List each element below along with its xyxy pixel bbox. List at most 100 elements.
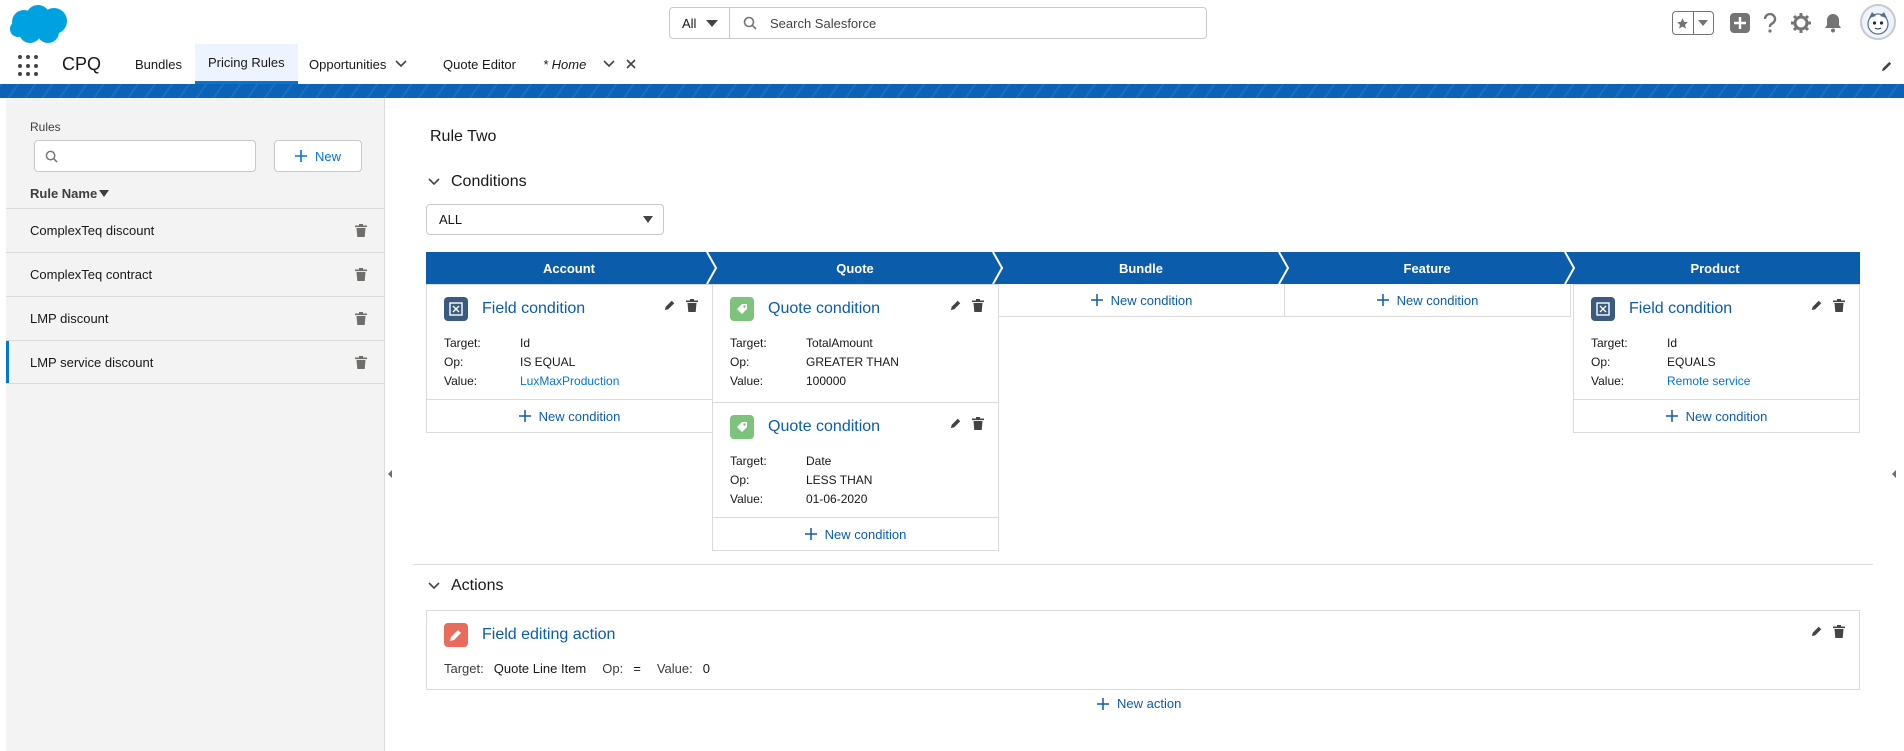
tab-label: Bundles [135,56,182,72]
new-condition-button-bundle[interactable]: New condition [998,284,1285,317]
help-button[interactable] [1759,12,1781,34]
salesforce-cloud-logo[interactable] [8,4,70,46]
new-rule-button[interactable]: New [274,140,362,172]
quote-condition-icon [730,415,754,439]
delete-trash-icon[interactable] [1833,625,1845,638]
delete-trash-icon[interactable] [972,299,984,312]
new-condition-button[interactable]: New condition [1574,399,1859,432]
new-rule-label: New [314,148,341,164]
search-icon [45,150,58,163]
collapse-right-panel-icon[interactable] [1892,470,1896,478]
tab-opportunities[interactable]: Opportunities [309,44,408,84]
delete-trash-icon[interactable] [355,355,367,369]
condition-title-link[interactable]: Field condition [482,300,585,318]
edit-pencil-icon[interactable] [950,299,962,311]
conditions-section-toggle[interactable]: Conditions [427,173,527,191]
add-icon [1376,294,1389,306]
actions-section-toggle[interactable]: Actions [427,577,503,595]
stage-quote[interactable]: Quote [712,252,998,284]
delete-trash-icon[interactable] [972,417,984,430]
condition-card-product: Field condition Target: Id Op: EQUALS Valu… [1573,284,1860,433]
new-condition-button[interactable]: New condition [713,517,998,550]
global-actions-button[interactable] [1729,12,1751,34]
stage-feature[interactable]: Feature [1284,252,1570,284]
rules-search-input[interactable] [64,148,255,164]
delete-trash-icon[interactable] [1833,299,1845,312]
op-value: LESS THAN [806,473,873,487]
app-launcher-icon[interactable] [18,55,40,77]
favorites-list-button[interactable] [1692,12,1713,34]
rule-row[interactable]: ComplexTeq contract [6,252,385,296]
chevron-down-icon [428,178,440,186]
target-value: Id [1667,336,1678,350]
rule-row-selected[interactable]: LMP service discount [6,340,385,384]
rule-name: ComplexTeq discount [30,223,155,238]
rule-name-column-header[interactable]: Rule Name [30,186,110,201]
new-action-button[interactable]: New action [1097,696,1181,711]
action-title-link[interactable]: Field editing action [482,626,615,644]
op-label: Op: [1591,355,1611,369]
user-avatar[interactable] [1860,4,1896,40]
condition-card-quote-1: Quote condition Target: TotalAmount Op: GR… [712,284,999,402]
search-input[interactable] [770,15,1206,31]
sort-desc-icon [99,190,110,197]
stage-bundle[interactable]: Bundle [998,252,1284,284]
tab-bundles[interactable]: Bundles [135,44,182,84]
delete-trash-icon[interactable] [355,224,367,237]
op-value: GREATER THAN [806,355,899,369]
rule-row[interactable]: LMP discount [6,296,385,340]
value-label: Value: [730,374,764,388]
value-link[interactable]: Remote service [1667,374,1750,388]
collapse-left-panel-icon[interactable] [388,470,392,478]
favorite-star-button[interactable] [1673,12,1693,34]
tab-pricing-rules[interactable]: Pricing Rules [195,44,298,84]
tab-quote-editor[interactable]: Quote Editor [443,44,516,84]
star-icon [1677,17,1689,29]
app-name: CPQ [62,54,102,74]
delete-trash-icon[interactable] [355,312,367,325]
close-icon[interactable] [624,57,638,71]
op-value: IS EQUAL [520,355,576,369]
delete-trash-icon[interactable] [355,268,367,281]
chevron-down-icon[interactable] [602,57,616,71]
tab-home[interactable]: * Home [543,44,638,84]
stage-separator [1278,252,1290,284]
condition-card-account: Field condition Target: Id Op: IS EQUAL Va… [426,284,713,433]
condition-title-link[interactable]: Quote condition [768,300,880,318]
edit-pencil-icon[interactable] [1811,625,1823,637]
new-condition-button[interactable]: New condition [427,399,712,432]
new-condition-label: New condition [1396,292,1479,308]
condition-card-quote-2: Quote condition Target: Date Op: LESS THAN… [712,402,999,551]
condition-title-link[interactable]: Field condition [1629,300,1732,318]
new-condition-label: New condition [1110,292,1193,308]
add-icon [1730,13,1750,33]
action-op-value: = [633,661,641,676]
rule-row[interactable]: ComplexTeq discount [6,208,385,252]
setup-gear-icon [1791,13,1811,33]
stage-product[interactable]: Product [1570,252,1860,284]
edit-nav-pencil-icon[interactable] [1880,60,1893,73]
chevron-down-icon[interactable] [394,57,408,71]
condition-logic-value: ALL [439,212,463,227]
edit-pencil-icon[interactable] [1811,299,1823,311]
condition-title-link[interactable]: Quote condition [768,418,880,436]
stage-account[interactable]: Account [426,252,712,284]
tab-label: Opportunities [309,56,387,72]
value-label: Value: [444,374,478,388]
app-navigation-bar: CPQ Bundles Pricing Rules Opportunities … [0,44,1904,84]
add-icon [804,528,817,540]
chevron-down-icon [428,582,440,590]
action-target-label: Target: [444,661,484,676]
condition-logic-select[interactable]: ALL [426,204,664,235]
edit-pencil-icon[interactable] [950,417,962,429]
search-scope-select[interactable]: All [670,8,730,38]
delete-trash-icon[interactable] [686,299,698,312]
notifications-button[interactable] [1822,12,1844,34]
stage-separator [992,252,1004,284]
brand-band [0,84,1904,98]
value-link[interactable]: LuxMaxProduction [520,374,619,388]
new-condition-button-feature[interactable]: New condition [1284,284,1571,317]
caret-down-icon [706,19,719,27]
setup-button[interactable] [1790,12,1812,34]
edit-pencil-icon[interactable] [664,299,676,311]
